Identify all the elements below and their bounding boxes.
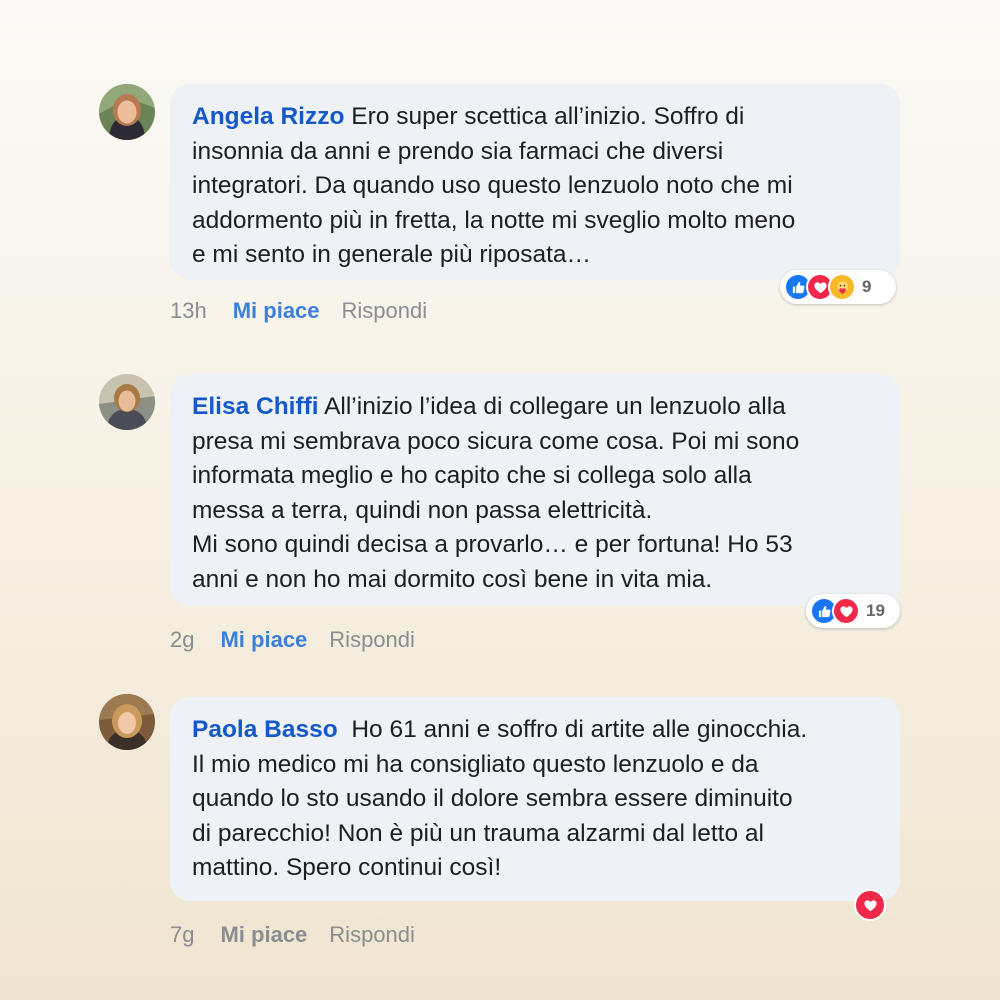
reaction-count: 19 [866, 601, 885, 620]
comment-timestamp[interactable]: 13h [170, 298, 207, 324]
comment-bubble: Elisa Chiffi All’inizio l’idea di colleg… [170, 374, 900, 606]
reactions-summary[interactable]: 9 [780, 270, 896, 304]
comment-timestamp[interactable]: 7g [170, 922, 194, 948]
like-button[interactable]: Mi piace [233, 298, 320, 324]
reply-button[interactable]: Rispondi [329, 627, 415, 653]
reaction-count: 9 [862, 277, 872, 296]
comment-author[interactable]: Elisa Chiffi [192, 393, 319, 420]
comment-bubble: Paola Basso Ho 61 anni e soffro di artit… [170, 697, 900, 901]
comment-text: Elisa Chiffi All’inizio l’idea di colleg… [192, 390, 876, 598]
comment-actions: 13h Mi piace Rispondi [170, 298, 427, 324]
like-button[interactable]: Mi piace [220, 627, 307, 653]
comment-actions: 7g Mi piace Rispondi [170, 922, 415, 948]
reactions-summary[interactable] [850, 888, 886, 922]
reactions-summary[interactable]: 19 [806, 594, 900, 628]
reply-button[interactable]: Rispondi [342, 298, 428, 324]
comment-actions: 2g Mi piace Rispondi [170, 627, 415, 653]
care-icon [828, 273, 856, 301]
comment-text: Angela Rizzo Ero super scettica all’iniz… [192, 100, 876, 273]
love-icon [854, 889, 886, 921]
avatar[interactable] [99, 84, 155, 140]
avatar[interactable] [99, 694, 155, 750]
comment-author[interactable]: Paola Basso [192, 716, 338, 743]
love-icon [832, 597, 860, 625]
comment-bubble: Angela Rizzo Ero super scettica all’iniz… [170, 84, 900, 280]
comment-timestamp[interactable]: 2g [170, 627, 194, 653]
comment-author[interactable]: Angela Rizzo [192, 103, 344, 130]
reply-button[interactable]: Rispondi [329, 922, 415, 948]
like-button[interactable]: Mi piace [220, 922, 307, 948]
comment-body: All’inizio l’idea di collegare un lenzuo… [192, 393, 800, 593]
comment-text: Paola Basso Ho 61 anni e soffro di artit… [192, 713, 876, 886]
avatar[interactable] [99, 374, 155, 430]
